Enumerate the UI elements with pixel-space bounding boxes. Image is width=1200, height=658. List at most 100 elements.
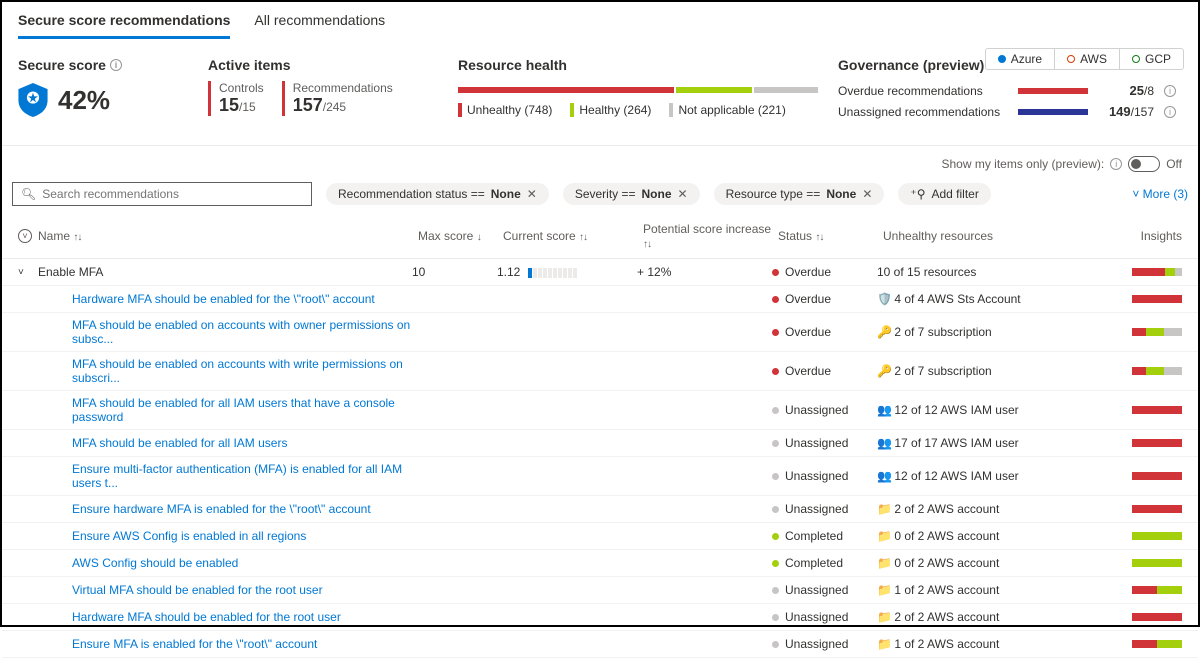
- group-current-score: 1.12: [497, 265, 637, 279]
- recommendation-link[interactable]: Ensure multi-factor authentication (MFA)…: [72, 462, 402, 490]
- table-row[interactable]: Ensure multi-factor authentication (MFA)…: [2, 457, 1198, 496]
- row-resources: 🔑 2 of 7 subscription: [877, 364, 1052, 378]
- mini-bar-icon: [1132, 613, 1182, 621]
- active-items-label: Active items: [208, 57, 438, 73]
- health-bar-na: [754, 87, 818, 93]
- table-row[interactable]: Ensure MFA is enabled for the \"root\" a…: [2, 631, 1198, 658]
- recommendation-link[interactable]: MFA should be enabled on accounts with o…: [72, 318, 410, 346]
- row-resources: 👥 12 of 12 AWS IAM user: [877, 469, 1052, 483]
- group-name: Enable MFA: [38, 265, 412, 279]
- show-my-items-toggle[interactable]: [1128, 156, 1160, 172]
- gov-overdue-label: Overdue recommendations: [838, 84, 1008, 98]
- mini-bar-icon: [1132, 505, 1182, 513]
- recommendation-link[interactable]: Virtual MFA should be enabled for the ro…: [72, 583, 323, 597]
- recommendations-total: /245: [323, 100, 346, 114]
- health-bar-unhealthy: [458, 87, 674, 93]
- recommendation-link[interactable]: MFA should be enabled for all IAM users …: [72, 396, 395, 424]
- recommendation-link[interactable]: Ensure MFA is enabled for the \"root\" a…: [72, 637, 317, 651]
- row-resources: 📁 1 of 2 AWS account: [877, 637, 1052, 651]
- close-icon[interactable]: ✕: [862, 187, 872, 201]
- mini-bar-icon: [1132, 559, 1182, 567]
- mini-bar-icon: [1132, 367, 1182, 375]
- shield-icon: [18, 83, 48, 117]
- recommendation-link[interactable]: Ensure AWS Config is enabled in all regi…: [72, 529, 306, 543]
- close-icon[interactable]: ✕: [527, 187, 537, 201]
- mini-bar-icon: [1132, 640, 1182, 648]
- score-bar-icon: [528, 268, 577, 278]
- row-resources: 🔑 2 of 7 subscription: [877, 325, 1052, 339]
- cloud-filter: Azure AWS GCP: [985, 48, 1184, 70]
- resource-icon: 📁: [877, 556, 891, 570]
- cloud-gcp[interactable]: GCP: [1119, 49, 1183, 69]
- search-field[interactable]: [42, 187, 303, 201]
- active-items-block: Active items Controls 15/15 Recommendati…: [208, 57, 438, 116]
- table-row[interactable]: MFA should be enabled on accounts with o…: [2, 313, 1198, 352]
- row-resources: 👥 17 of 17 AWS IAM user: [877, 436, 1052, 450]
- cloud-aws[interactable]: AWS: [1054, 49, 1119, 69]
- col-potential-increase[interactable]: Potential score increase ↑↓: [643, 222, 778, 250]
- info-icon[interactable]: i: [1110, 158, 1122, 170]
- row-status: Completed: [772, 556, 877, 570]
- show-my-items-label: Show my items only (preview):: [941, 157, 1104, 171]
- table-row[interactable]: MFA should be enabled for all IAM usersU…: [2, 430, 1198, 457]
- resource-icon: 📁: [877, 583, 891, 597]
- chevron-down-icon[interactable]: ˅: [18, 267, 32, 278]
- info-icon[interactable]: i: [1164, 106, 1176, 118]
- azure-dot-icon: [998, 55, 1006, 63]
- row-status: Overdue: [772, 325, 877, 339]
- row-resources: 🛡️ 4 of 4 AWS Sts Account: [877, 292, 1052, 306]
- row-resources: 📁 0 of 2 AWS account: [877, 529, 1052, 543]
- col-name[interactable]: Name ↑↓: [38, 229, 418, 243]
- info-icon[interactable]: i: [110, 59, 122, 71]
- table-row[interactable]: AWS Config should be enabledCompleted📁 0…: [2, 550, 1198, 577]
- resource-health-bar: [458, 87, 818, 93]
- col-status[interactable]: Status ↑↓: [778, 229, 883, 243]
- row-resources: 👥 12 of 12 AWS IAM user: [877, 403, 1052, 417]
- legend-healthy: Healthy (264): [570, 103, 651, 117]
- table-row[interactable]: Ensure hardware MFA is enabled for the \…: [2, 496, 1198, 523]
- row-status: Overdue: [772, 292, 877, 306]
- recommendation-link[interactable]: Ensure hardware MFA is enabled for the \…: [72, 502, 371, 516]
- tab-secure-score[interactable]: Secure score recommendations: [18, 12, 230, 39]
- filter-icon: ⁺⚲: [910, 187, 925, 201]
- filter-recommendation-status[interactable]: Recommendation status == None✕: [326, 183, 549, 205]
- close-icon[interactable]: ✕: [678, 187, 688, 201]
- search-input[interactable]: 🔍︎: [12, 182, 312, 206]
- mini-bar-icon: [1132, 586, 1182, 594]
- add-filter-button[interactable]: ⁺⚲Add filter: [898, 183, 990, 205]
- legend-unhealthy: Unhealthy (748): [458, 103, 552, 117]
- resource-icon: 👥: [877, 403, 891, 417]
- row-status: Overdue: [772, 364, 877, 378]
- col-current-score[interactable]: Current score ↑↓: [503, 229, 643, 243]
- recommendation-link[interactable]: AWS Config should be enabled: [72, 556, 238, 570]
- tab-all-recommendations[interactable]: All recommendations: [254, 12, 385, 39]
- gov-unassigned-row: Unassigned recommendations 149/157 i: [838, 104, 1182, 119]
- row-resources: 📁 1 of 2 AWS account: [877, 583, 1052, 597]
- mini-bar-icon: [1132, 328, 1182, 336]
- info-icon[interactable]: i: [1164, 85, 1176, 97]
- recommendation-link[interactable]: MFA should be enabled for all IAM users: [72, 436, 287, 450]
- group-row-enable-mfa[interactable]: ˅ Enable MFA 10 1.12 + 12% Overdue 10 of…: [2, 259, 1198, 286]
- table-row[interactable]: MFA should be enabled for all IAM users …: [2, 391, 1198, 430]
- resource-icon: 🔑: [877, 325, 891, 339]
- table-row[interactable]: Hardware MFA should be enabled for the \…: [2, 286, 1198, 313]
- filter-resource-type[interactable]: Resource type == None✕: [714, 183, 885, 205]
- resource-icon: 📁: [877, 637, 891, 651]
- col-max-score[interactable]: Max score ↓: [418, 229, 503, 243]
- table-row[interactable]: Virtual MFA should be enabled for the ro…: [2, 577, 1198, 604]
- table-row[interactable]: Ensure AWS Config is enabled in all regi…: [2, 523, 1198, 550]
- expand-all-icon[interactable]: ˅: [18, 229, 32, 243]
- cloud-azure[interactable]: Azure: [986, 49, 1054, 69]
- filter-severity[interactable]: Severity == None✕: [563, 183, 700, 205]
- resource-icon: 📁: [877, 529, 891, 543]
- recommendations-stat: Recommendations 157/245: [282, 81, 393, 116]
- recommendation-link[interactable]: Hardware MFA should be enabled for the r…: [72, 610, 341, 624]
- recommendation-link[interactable]: MFA should be enabled on accounts with w…: [72, 357, 403, 385]
- table-row[interactable]: MFA should be enabled on accounts with w…: [2, 352, 1198, 391]
- aws-dot-icon: [1067, 55, 1075, 63]
- resource-icon: 🔑: [877, 364, 891, 378]
- gcp-dot-icon: [1132, 55, 1140, 63]
- recommendation-link[interactable]: Hardware MFA should be enabled for the \…: [72, 292, 375, 306]
- group-potential-increase: + 12%: [637, 265, 772, 279]
- more-filters-link[interactable]: ˅ More (3): [1132, 187, 1188, 201]
